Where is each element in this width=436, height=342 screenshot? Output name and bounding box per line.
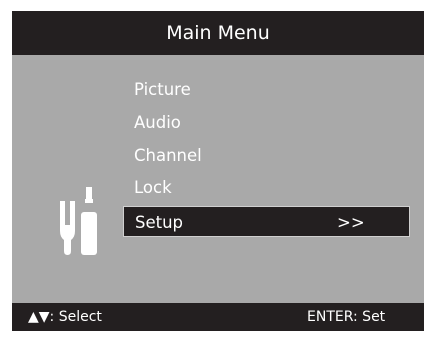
menu-item-lock[interactable]: Lock: [123, 172, 410, 203]
menu-item-setup[interactable]: Setup >>: [123, 206, 410, 237]
menu-item-audio[interactable]: Audio: [123, 107, 410, 138]
menu-title: Main Menu: [12, 11, 424, 55]
submenu-arrow: >>: [337, 213, 365, 232]
menu-item-label: Lock: [134, 178, 172, 197]
footer-bar: ▲▼: Select ENTER: Set: [12, 303, 424, 331]
osd-main-menu: Main Menu Picture Audio Channel Lock Set…: [12, 11, 424, 331]
select-hint: ▲▼: Select: [28, 309, 102, 325]
enter-hint: ENTER: Set: [307, 309, 386, 325]
menu-item-label: Setup: [135, 213, 184, 232]
menu-item-label: Audio: [134, 113, 181, 132]
menu-item-channel[interactable]: Channel: [123, 140, 410, 171]
menu-item-picture[interactable]: Picture: [123, 74, 410, 105]
menu-item-label: Picture: [134, 80, 191, 99]
menu-item-label: Channel: [134, 146, 202, 165]
wrench-screwdriver-icon: [60, 187, 97, 255]
